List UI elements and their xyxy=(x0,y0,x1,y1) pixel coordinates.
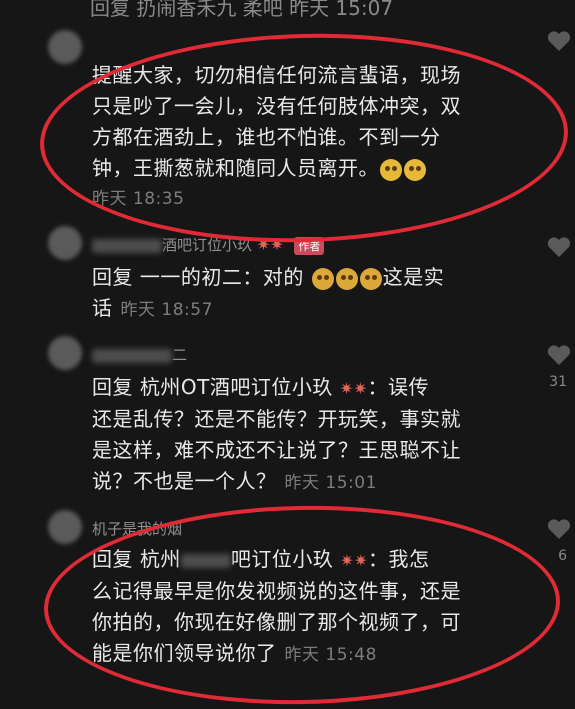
comment-line: 说？不也是一个人？ 昨天 15:01 xyxy=(92,469,377,493)
avatar[interactable] xyxy=(48,226,82,260)
comment-time: 昨天 18:35 xyxy=(92,189,185,209)
comment-line: 话昨天 18:57 xyxy=(92,296,213,320)
comment-line: 只是吵了一会儿，没有任何肢体冲突，双 xyxy=(92,94,461,118)
comment-body: 回复 杭州 吧订位小玖 ✷✷：我怎 么记得最早是你发视频说的这件事，还是 你拍的，… xyxy=(92,544,461,671)
like-count: 6 xyxy=(558,548,567,564)
comment-line: 还是乱传？还是不能传？开玩笑，事实就 xyxy=(92,407,461,431)
author-badge: 作者 xyxy=(294,236,325,255)
heart-icon[interactable] xyxy=(547,236,571,258)
comment-body: 回复 一一的初二：对的 这是实 话昨天 18:57 xyxy=(92,262,444,326)
avatar[interactable] xyxy=(48,510,82,544)
avatar[interactable] xyxy=(48,336,82,370)
comment-time: 昨天 18:57 xyxy=(120,300,213,320)
comment-time: 昨天 15:01 xyxy=(284,473,377,493)
comment-username[interactable]: 二 xyxy=(92,344,187,365)
sparkle-icon: ✷✷ xyxy=(340,551,369,570)
heart-icon[interactable] xyxy=(547,518,571,540)
comment-line: 钟，王撕葱就和随同人员离开。 xyxy=(92,153,461,184)
comment-line: 提醒大家，切勿相信任何流言蜚语，现场 xyxy=(92,63,461,87)
comment-line: 方都在酒劲上，谁也不怕谁。不到一分 xyxy=(92,125,441,149)
comment-line: 能是你们领导说你了 昨天 15:48 xyxy=(92,641,377,665)
smile-emoji-icon xyxy=(380,158,402,181)
comment-line: 回复 一一的初二：对的 这是实 xyxy=(92,265,445,290)
comment-username[interactable]: 机子是我的烟 xyxy=(92,518,182,539)
thinking-emoji-icon xyxy=(311,267,334,290)
smile-emoji-icon xyxy=(404,158,426,181)
top-fragment: 回复 扔闹香禾九 柔吧 昨天 15:07 xyxy=(90,0,394,20)
comment-line: 回复 杭州 吧订位小玖 ✷✷：我怎 xyxy=(92,547,430,571)
heart-icon[interactable] xyxy=(547,344,571,366)
sparkle-icon: ✷✷ xyxy=(256,235,284,254)
like-count: 31 xyxy=(549,374,567,390)
sparkle-icon: ✷✷ xyxy=(339,379,368,398)
comment-username[interactable]: 酒吧订位小玖 ✷✷ 作者 xyxy=(92,234,325,255)
comment-line: 是这样，难不成还不让说了？王思聪不让 xyxy=(92,438,461,462)
comment-time: 昨天 15:48 xyxy=(284,645,377,665)
comment-line: 你拍的，你现在好像删了那个视频了，可 xyxy=(92,610,461,634)
comment-line: 回复 杭州OT酒吧订位小玖 ✷✷：误传 xyxy=(92,375,429,399)
thinking-emoji-icon xyxy=(335,267,358,290)
comment-body: 回复 杭州OT酒吧订位小玖 ✷✷：误传 还是乱传？还是不能传？开玩笑，事实就 是… xyxy=(92,372,461,499)
heart-icon[interactable] xyxy=(547,30,571,52)
avatar[interactable] xyxy=(48,30,82,64)
comment-body: 提醒大家，切勿相信任何流言蜚语，现场 只是吵了一会儿，没有任何肢体冲突，双 方都… xyxy=(92,60,461,215)
thinking-emoji-icon xyxy=(359,267,382,290)
comment-line: 么记得最早是你发视频说的这件事，还是 xyxy=(92,579,461,603)
